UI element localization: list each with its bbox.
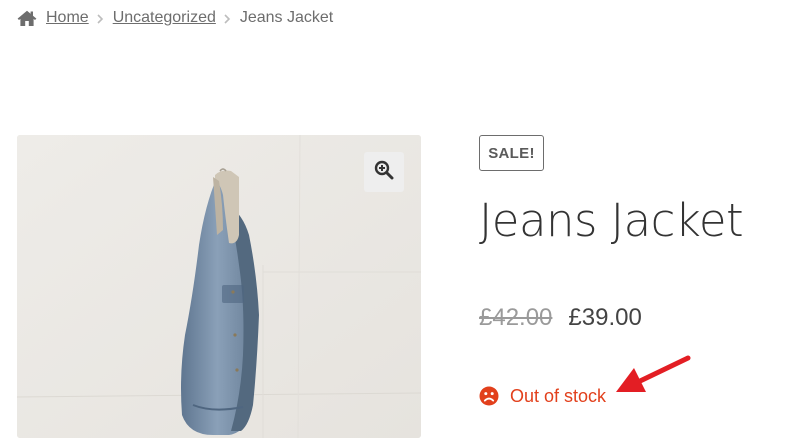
stock-status: Out of stock — [479, 384, 606, 408]
product-image[interactable] — [17, 135, 421, 438]
regular-price: £42.00 — [479, 304, 553, 331]
breadcrumb-current: Jeans Jacket — [239, 9, 334, 26]
sale-price: £39.00 — [568, 304, 642, 331]
breadcrumb-link-uncategorized[interactable]: Uncategorized — [113, 9, 216, 27]
chevron-right-icon — [223, 12, 231, 24]
price: £42.00 £39.00 — [479, 302, 642, 334]
annotation-arrow-icon — [616, 355, 691, 392]
zoom-button[interactable] — [364, 152, 404, 192]
breadcrumb-link-home[interactable]: Home — [46, 9, 89, 27]
sad-face-icon — [479, 386, 499, 406]
sale-badge: SALE! — [479, 135, 544, 171]
home-icon — [17, 10, 37, 26]
zoom-in-icon — [374, 160, 394, 185]
product-photo — [17, 135, 421, 438]
breadcrumb: Home Uncategorized Jeans Jacket — [17, 8, 333, 28]
chevron-right-icon — [96, 12, 104, 24]
stock-status-text: Out of stock — [510, 385, 607, 406]
product-title: Jeans Jacket — [479, 194, 744, 247]
